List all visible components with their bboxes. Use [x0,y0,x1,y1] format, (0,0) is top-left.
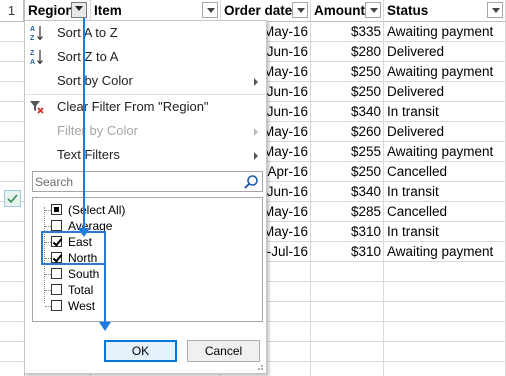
status-cell[interactable]: Delivered [387,122,503,142]
filter-dropdown-icon[interactable] [292,2,308,18]
checkbox[interactable] [51,284,62,295]
column-header-label: Region [28,3,74,18]
check-icon [4,190,21,207]
filter-value-label: Total [68,283,94,297]
amount-cell[interactable]: $310 [311,242,381,262]
menu-item-label: Filter by Color [57,123,138,138]
resize-grip-icon[interactable] [256,363,264,371]
header-row: 1 Region Item Order date Amount Status [0,0,506,22]
column-header-item: Item [91,0,220,21]
svg-text:A: A [30,26,35,33]
filter-value-item[interactable]: (Select All) [33,202,262,218]
clear-filter-icon [25,95,49,119]
menu-item-label: Sort by Color [57,73,133,88]
status-cell[interactable]: Delivered [387,82,503,102]
sort-descending-icon: ZA [25,45,49,69]
search-icon[interactable] [243,174,259,190]
clear-filter-item[interactable]: Clear Filter From "Region" [25,95,266,119]
column-header-region: Region [25,0,90,21]
chevron-right-icon [254,128,258,136]
column-header-label: Amount [314,3,365,18]
amount-cell[interactable]: $285 [311,202,381,222]
filter-value-label: (Select All) [68,203,126,217]
selection-highlight [41,231,106,265]
amount-cell[interactable]: $255 [311,142,381,162]
column-header-label: Item [94,3,122,18]
text-filters-item[interactable]: Text Filters [25,143,266,167]
cancel-button[interactable]: Cancel [187,340,260,362]
status-cell[interactable]: In transit [387,182,503,202]
menu-item-label: Text Filters [57,147,120,162]
sort-a-to-z-item[interactable]: AZ Sort A to Z [25,21,266,45]
amount-cell[interactable]: $310 [311,222,381,242]
status-cell[interactable]: In transit [387,102,503,122]
menu-item-label: Sort A to Z [57,25,118,40]
sort-by-color-item[interactable]: Sort by Color [25,69,266,93]
svg-text:Z: Z [30,35,35,42]
menu-item-label: Clear Filter From "Region" [57,99,209,114]
svg-text:A: A [30,59,35,66]
chevron-right-icon [254,152,258,160]
row-number: 1 [0,0,24,21]
autofilter-menu: AZ Sort A to Z ZA Sort Z to A Sort by Co… [24,20,267,374]
chevron-right-icon [254,78,258,86]
svg-text:Z: Z [30,50,35,57]
amount-cell[interactable]: $280 [311,42,381,62]
column-header-amount: Amount [311,0,383,21]
status-cell[interactable]: Cancelled [387,202,503,222]
amount-cell[interactable]: $250 [311,62,381,82]
filter-dropdown-icon[interactable] [487,2,503,18]
annotation-arrow [104,264,106,327]
column-header-label: Status [387,3,429,18]
checkbox[interactable] [51,204,62,215]
status-cell[interactable]: Awaiting payment [387,242,503,262]
search-box[interactable] [32,171,263,192]
filter-value-item[interactable]: Total [33,282,262,298]
status-cell[interactable]: In transit [387,222,503,242]
filter-value-item[interactable]: West [33,298,262,314]
menu-item-label: Sort Z to A [57,49,119,64]
checkbox[interactable] [51,220,62,231]
status-cell[interactable]: Cancelled [387,162,503,182]
checkbox[interactable] [51,300,62,311]
checkbox[interactable] [51,268,62,279]
search-input[interactable] [35,174,235,189]
filter-value-label: South [68,267,100,281]
status-cell[interactable]: Delivered [387,42,503,62]
arrow-head-icon [78,228,90,237]
status-cell[interactable]: Awaiting payment [387,62,503,82]
amount-cell[interactable]: $340 [311,102,381,122]
column-header-status: Status [384,0,505,21]
ok-button[interactable]: OK [104,340,177,362]
column-header-order-date: Order date [221,0,310,21]
amount-cell[interactable]: $260 [311,122,381,142]
column-header-label: Order date [224,3,293,18]
filter-dropdown-icon[interactable] [71,2,87,18]
filter-dropdown-icon[interactable] [202,2,218,18]
filter-value-item[interactable]: South [33,266,262,282]
annotation-arrow [83,18,85,230]
status-cell[interactable]: Awaiting payment [387,142,503,162]
sort-ascending-icon: AZ [25,21,49,45]
amount-cell[interactable]: $335 [311,22,381,42]
status-cell[interactable]: Awaiting payment [387,22,503,42]
amount-cell[interactable]: $250 [311,162,381,182]
amount-cell[interactable]: $250 [311,82,381,102]
filter-value-label: West [68,299,96,313]
amount-cell[interactable]: $340 [311,182,381,202]
sort-z-to-a-item[interactable]: ZA Sort Z to A [25,45,266,69]
arrow-head-icon [99,322,111,331]
filter-by-color-item: Filter by Color [25,119,266,143]
filter-dropdown-icon[interactable] [365,2,381,18]
